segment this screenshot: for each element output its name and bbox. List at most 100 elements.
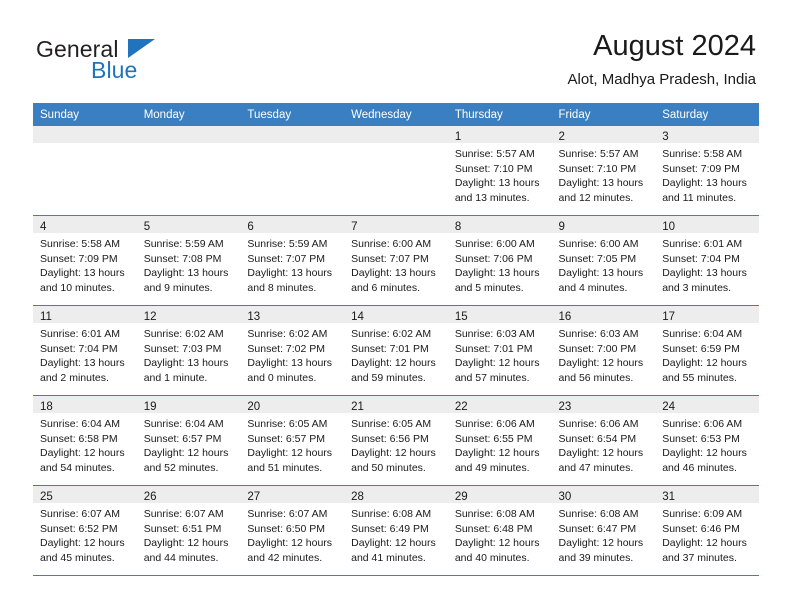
- calendar-day-cell[interactable]: 22 Sunrise: 6:06 AM Sunset: 6:55 PM Dayligh…: [447, 395, 552, 486]
- day-cell-content: 22 Sunrise: 6:06 AM Sunset: 6:55 PM Dayligh…: [447, 396, 552, 485]
- day-details: Sunrise: 6:06 AM Sunset: 6:55 PM Daylight:…: [448, 413, 552, 475]
- day-number-band: 3: [655, 126, 759, 143]
- calendar-day-cell[interactable]: 10 Sunrise: 6:01 AM Sunset: 7:04 PM Dayligh…: [655, 215, 759, 306]
- day-number-band: 28: [344, 486, 448, 503]
- day-cell-content: 31 Sunrise: 6:09 AM Sunset: 6:46 PM Dayligh…: [655, 486, 759, 575]
- calendar-day-cell[interactable]: 7 Sunrise: 6:00 AM Sunset: 7:07 PM Daylight…: [344, 215, 448, 306]
- sunset-text: Sunset: 6:47 PM: [558, 522, 637, 535]
- weekday-header-thursday: Thursday: [447, 103, 552, 126]
- day-details: Sunrise: 6:04 AM Sunset: 6:57 PM Daylight:…: [137, 413, 241, 475]
- day-details: Sunrise: 6:04 AM Sunset: 6:58 PM Daylight:…: [33, 413, 137, 475]
- sunrise-text: Sunrise: 6:01 AM: [662, 238, 743, 250]
- calendar-day-cell[interactable]: 19 Sunrise: 6:04 AM Sunset: 6:57 PM Dayligh…: [136, 395, 241, 486]
- sunrise-text: Sunrise: 6:06 AM: [558, 418, 639, 430]
- day-cell-content: 18 Sunrise: 6:04 AM Sunset: 6:58 PM Dayligh…: [33, 396, 137, 485]
- daylight-text: Daylight: 12 hours: [454, 537, 540, 550]
- day-cell-content: 26 Sunrise: 6:07 AM Sunset: 6:51 PM Dayligh…: [136, 486, 241, 575]
- calendar-day-cell[interactable]: 26 Sunrise: 6:07 AM Sunset: 6:51 PM Dayligh…: [136, 485, 241, 576]
- calendar-day-cell[interactable]: 13 Sunrise: 6:02 AM Sunset: 7:02 PM Dayligh…: [240, 305, 345, 396]
- calendar-day-cell[interactable]: 15 Sunrise: 6:03 AM Sunset: 7:01 PM Dayligh…: [447, 305, 552, 396]
- day-number-band: [344, 126, 448, 143]
- daylight-text: Daylight: 13 hours: [40, 357, 125, 370]
- day-number: 7: [351, 221, 358, 233]
- daylight-text-cont: and 51 minutes.: [247, 461, 323, 474]
- daylight-text-cont: and 8 minutes.: [247, 281, 317, 294]
- day-cell-content: 6 Sunrise: 5:59 AM Sunset: 7:07 PM Daylight…: [240, 216, 345, 305]
- calendar-day-cell[interactable]: 21 Sunrise: 6:05 AM Sunset: 6:56 PM Dayligh…: [344, 395, 448, 486]
- sunrise-text: Sunrise: 5:58 AM: [662, 148, 743, 160]
- daylight-text-cont: and 57 minutes.: [454, 371, 530, 384]
- day-cell-content: 10 Sunrise: 6:01 AM Sunset: 7:04 PM Dayligh…: [655, 216, 759, 305]
- calendar-day-cell[interactable]: 14 Sunrise: 6:02 AM Sunset: 7:01 PM Dayligh…: [344, 305, 448, 396]
- daylight-text: Daylight: 13 hours: [247, 267, 333, 280]
- calendar-day-cell[interactable]: 11 Sunrise: 6:01 AM Sunset: 7:04 PM Dayligh…: [33, 305, 137, 396]
- sunrise-text: Sunrise: 6:00 AM: [558, 238, 639, 250]
- day-number-band: 22: [447, 396, 552, 413]
- day-details: Sunrise: 6:02 AM Sunset: 7:01 PM Daylight:…: [344, 323, 448, 385]
- daylight-text-cont: and 59 minutes.: [351, 371, 426, 384]
- calendar-day-cell[interactable]: 4 Sunrise: 5:58 AM Sunset: 7:09 PM Daylight…: [33, 215, 137, 306]
- daylight-text: Daylight: 13 hours: [40, 267, 125, 280]
- sunset-text: Sunset: 7:02 PM: [247, 342, 326, 355]
- sunrise-text: Sunrise: 6:07 AM: [247, 508, 328, 520]
- calendar-week-row: 11 Sunrise: 6:01 AM Sunset: 7:04 PM Dayligh…: [33, 305, 759, 396]
- sunrise-text: Sunrise: 6:06 AM: [454, 418, 535, 430]
- calendar-day-cell[interactable]: 1 Sunrise: 5:57 AM Sunset: 7:10 PM Daylight…: [447, 126, 552, 216]
- day-number-band: 25: [33, 486, 137, 503]
- calendar-day-cell[interactable]: 8 Sunrise: 6:00 AM Sunset: 7:06 PM Daylight…: [447, 215, 552, 306]
- day-number-band: [240, 126, 345, 143]
- sunset-text: Sunset: 7:09 PM: [662, 162, 740, 175]
- sunrise-text: Sunrise: 6:03 AM: [558, 328, 639, 340]
- daylight-text: Daylight: 12 hours: [247, 447, 333, 460]
- day-number-band: 19: [136, 396, 241, 413]
- daylight-text: Daylight: 13 hours: [143, 267, 229, 280]
- day-number-band: 13: [240, 306, 345, 323]
- weekday-header-sunday: Sunday: [33, 103, 137, 126]
- daylight-text-cont: and 11 minutes.: [662, 191, 737, 204]
- day-details: Sunrise: 6:05 AM Sunset: 6:56 PM Daylight:…: [344, 413, 448, 475]
- daylight-text-cont: and 9 minutes.: [143, 281, 213, 294]
- day-cell-content: 20 Sunrise: 6:05 AM Sunset: 6:57 PM Dayligh…: [240, 396, 345, 485]
- calendar-day-cell[interactable]: 20 Sunrise: 6:05 AM Sunset: 6:57 PM Dayligh…: [240, 395, 345, 486]
- daylight-text: Daylight: 12 hours: [454, 447, 540, 460]
- calendar-day-cell[interactable]: 28 Sunrise: 6:08 AM Sunset: 6:49 PM Dayligh…: [344, 485, 448, 576]
- calendar-day-cell[interactable]: 30 Sunrise: 6:08 AM Sunset: 6:47 PM Dayligh…: [551, 485, 656, 576]
- title-block: August 2024 Alot, Madhya Pradesh, India: [568, 30, 756, 89]
- calendar-day-cell[interactable]: 2 Sunrise: 5:57 AM Sunset: 7:10 PM Daylight…: [551, 126, 656, 216]
- brand-name-blue: Blue: [91, 57, 138, 83]
- day-number-band: 2: [551, 126, 656, 143]
- day-cell-content: 7 Sunrise: 6:00 AM Sunset: 7:07 PM Daylight…: [344, 216, 448, 305]
- daylight-text-cont: and 45 minutes.: [40, 551, 115, 564]
- calendar-day-cell[interactable]: 17 Sunrise: 6:04 AM Sunset: 6:59 PM Dayligh…: [655, 305, 759, 396]
- calendar-day-cell[interactable]: 24 Sunrise: 6:06 AM Sunset: 6:53 PM Dayligh…: [655, 395, 759, 486]
- calendar-week-row: 18 Sunrise: 6:04 AM Sunset: 6:58 PM Dayligh…: [33, 395, 759, 486]
- calendar-day-cell[interactable]: 16 Sunrise: 6:03 AM Sunset: 7:00 PM Dayligh…: [551, 305, 656, 396]
- daylight-text-cont: and 42 minutes.: [247, 551, 323, 564]
- sunset-text: Sunset: 7:05 PM: [558, 252, 637, 265]
- calendar-day-cell[interactable]: 18 Sunrise: 6:04 AM Sunset: 6:58 PM Dayligh…: [33, 395, 137, 486]
- calendar-day-cell[interactable]: 5 Sunrise: 5:59 AM Sunset: 7:08 PM Daylight…: [136, 215, 241, 306]
- sunset-text: Sunset: 6:54 PM: [558, 432, 637, 445]
- calendar-day-cell[interactable]: 27 Sunrise: 6:07 AM Sunset: 6:50 PM Dayligh…: [240, 485, 345, 576]
- calendar-day-cell[interactable]: 6 Sunrise: 5:59 AM Sunset: 7:07 PM Daylight…: [240, 215, 345, 306]
- brand-logo[interactable]: General Blue: [36, 38, 266, 88]
- day-cell-content: 24 Sunrise: 6:06 AM Sunset: 6:53 PM Dayligh…: [655, 396, 759, 485]
- sunrise-text: Sunrise: 6:06 AM: [662, 418, 743, 430]
- daylight-text: Daylight: 12 hours: [662, 357, 747, 370]
- day-number-band: 12: [136, 306, 241, 323]
- daylight-text: Daylight: 12 hours: [40, 447, 125, 460]
- calendar-day-cell[interactable]: 9 Sunrise: 6:00 AM Sunset: 7:05 PM Daylight…: [551, 215, 656, 306]
- calendar-day-cell[interactable]: 23 Sunrise: 6:06 AM Sunset: 6:54 PM Dayligh…: [551, 395, 656, 486]
- daylight-text-cont: and 10 minutes.: [40, 281, 115, 294]
- calendar-day-cell[interactable]: 29 Sunrise: 6:08 AM Sunset: 6:48 PM Dayligh…: [447, 485, 552, 576]
- calendar-day-cell[interactable]: 12 Sunrise: 6:02 AM Sunset: 7:03 PM Dayligh…: [136, 305, 241, 396]
- day-details: Sunrise: 6:01 AM Sunset: 7:04 PM Daylight:…: [655, 233, 759, 295]
- calendar-day-cell[interactable]: 25 Sunrise: 6:07 AM Sunset: 6:52 PM Dayligh…: [33, 485, 137, 576]
- calendar-day-cell[interactable]: 31 Sunrise: 6:09 AM Sunset: 6:46 PM Dayligh…: [655, 485, 759, 576]
- sunset-text: Sunset: 6:56 PM: [351, 432, 429, 445]
- day-details: Sunrise: 5:59 AM Sunset: 7:07 PM Daylight:…: [240, 233, 344, 295]
- sunset-text: Sunset: 6:50 PM: [247, 522, 326, 535]
- day-number-band: 18: [33, 396, 137, 413]
- calendar-day-cell[interactable]: 3 Sunrise: 5:58 AM Sunset: 7:09 PM Daylight…: [655, 126, 759, 216]
- day-cell-content: 29 Sunrise: 6:08 AM Sunset: 6:48 PM Dayligh…: [447, 486, 552, 575]
